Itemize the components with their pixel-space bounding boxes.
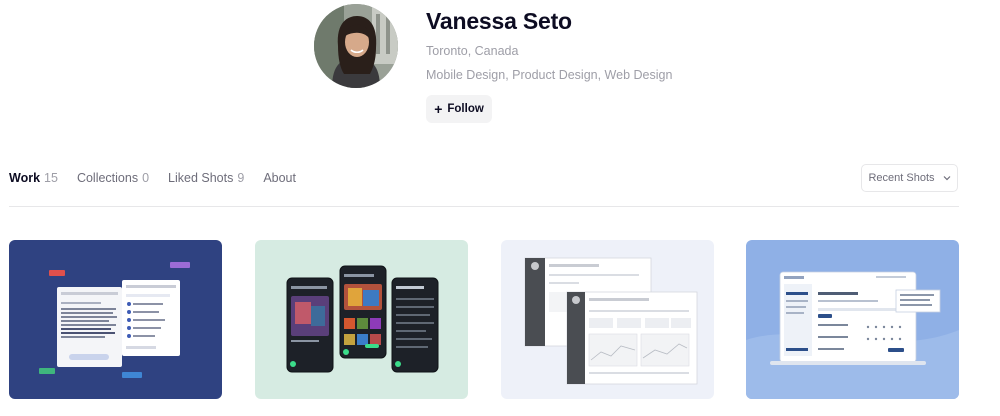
- profile-location: Toronto, Canada: [426, 44, 519, 58]
- follow-button[interactable]: + Follow: [426, 95, 492, 123]
- tab-label: About: [263, 171, 296, 185]
- tab-about[interactable]: About: [263, 171, 296, 185]
- tab-count: 9: [237, 171, 245, 185]
- tab-label: Collections: [76, 171, 139, 185]
- shot-thumbnail: [9, 240, 222, 399]
- avatar-photo: [314, 4, 398, 88]
- profile-tabs: Work 15 Collections 0 Liked Shots 9 About: [9, 171, 315, 185]
- tab-liked-shots[interactable]: Liked Shots 9: [168, 171, 244, 185]
- profile-name: Vanessa Seto: [426, 8, 572, 34]
- tabs-divider: [9, 206, 959, 207]
- shot-card-laptop-web[interactable]: [746, 240, 959, 399]
- shot-thumbnail: [255, 240, 468, 399]
- tab-label: Work: [9, 171, 41, 185]
- chevron-down-icon: [943, 176, 950, 181]
- follow-button-label: Follow: [447, 103, 484, 115]
- sort-dropdown[interactable]: Recent Shots: [861, 164, 958, 192]
- shot-card-dashboard[interactable]: [501, 240, 714, 399]
- tab-count: 15: [44, 171, 58, 185]
- tab-work[interactable]: Work 15: [9, 171, 58, 185]
- tab-count: 0: [142, 171, 150, 185]
- avatar[interactable]: [314, 4, 398, 88]
- shot-card-game-app[interactable]: [255, 240, 468, 399]
- tab-label: Liked Shots: [168, 171, 234, 185]
- tab-collections[interactable]: Collections 0: [77, 171, 149, 185]
- shot-thumbnail: [746, 240, 959, 399]
- shot-card-task-app[interactable]: [9, 240, 222, 399]
- sort-selected-label: Recent Shots: [868, 172, 935, 184]
- plus-icon: +: [434, 101, 443, 117]
- shot-thumbnail: [501, 240, 714, 399]
- profile-skills: Mobile Design, Product Design, Web Desig…: [426, 68, 673, 82]
